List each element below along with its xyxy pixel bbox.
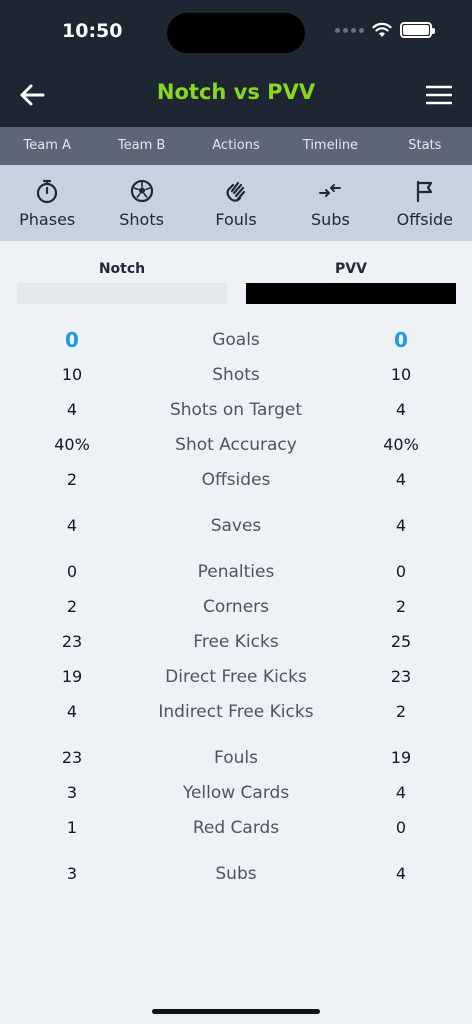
tab-stats[interactable]: Stats: [378, 127, 472, 165]
stat-row-goals: 0 Goals 0: [0, 322, 472, 357]
team-a-value: 0: [66, 562, 78, 581]
stat-row-yellow-cards: 3 Yellow Cards 4: [0, 775, 472, 810]
team-b-name: PVV: [335, 261, 367, 277]
team-a-color-bar: [17, 283, 227, 304]
action-icon-bar: Phases Shots Fouls Subs Offside: [0, 165, 472, 241]
tab-bar: Team A Team B Actions Timeline Stats: [0, 127, 472, 165]
dynamic-island: [167, 13, 305, 53]
team-a-name: Notch: [98, 261, 146, 277]
hand-wave-icon: [226, 181, 246, 202]
tab-team-b[interactable]: Team B: [94, 127, 188, 165]
stats-table: 0 Goals 0 10 Shots 10 4 Shots on Target …: [0, 322, 472, 891]
fouls-button[interactable]: Fouls: [189, 165, 283, 241]
team-b-value: 2: [395, 702, 407, 721]
page-title: Notch vs PVV: [156, 80, 316, 104]
tab-actions[interactable]: Actions: [189, 127, 283, 165]
team-a-value: 4: [66, 702, 78, 721]
signal-icon: [335, 27, 364, 33]
phases-label: Phases: [19, 210, 76, 229]
stat-row-direct-free-kicks: 19 Direct Free Kicks 23: [0, 659, 472, 694]
team-a-value: 3: [66, 864, 78, 883]
stat-row-red-cards: 1 Red Cards 0: [0, 810, 472, 845]
stat-row-saves: 4 Saves 4: [0, 508, 472, 543]
stat-row-offsides: 2 Offsides 4: [0, 462, 472, 497]
team-b-value: 0: [394, 327, 408, 352]
shots-label: Shots: [119, 210, 164, 229]
battery-icon: [400, 22, 435, 38]
team-b-value: 40%: [383, 435, 419, 454]
hamburger-menu-icon[interactable]: [426, 84, 452, 106]
stat-row-fouls: 23 Fouls 19: [0, 740, 472, 775]
offside-label: Offside: [396, 210, 454, 229]
subs-button[interactable]: Subs: [283, 165, 377, 241]
team-b-value: 10: [390, 365, 412, 384]
team-a-value: 4: [66, 516, 78, 535]
team-b-value: 4: [395, 783, 407, 802]
stat-row-shots-on-target: 4 Shots on Target 4: [0, 392, 472, 427]
team-header: Notch PVV: [0, 258, 472, 308]
team-a-value: 1: [66, 818, 78, 837]
team-b-value: 2: [395, 597, 407, 616]
swap-arrows-icon: [319, 184, 342, 197]
stat-row-shots: 10 Shots 10: [0, 357, 472, 392]
team-a-value: 2: [66, 597, 78, 616]
shots-button[interactable]: Shots: [94, 165, 188, 241]
stat-row-free-kicks: 23 Free Kicks 25: [0, 624, 472, 659]
team-b-value: 4: [395, 470, 407, 489]
subs-label: Subs: [311, 210, 350, 229]
stat-row-penalties: 0 Penalties 0: [0, 554, 472, 589]
stat-row-shot-accuracy: 40% Shot Accuracy 40%: [0, 427, 472, 462]
fouls-label: Fouls: [215, 210, 257, 229]
team-a-value: 0: [65, 327, 79, 352]
tab-timeline[interactable]: Timeline: [283, 127, 377, 165]
team-b-color-bar: [246, 283, 456, 304]
status-time: 10:50: [62, 20, 123, 42]
wifi-icon: [372, 22, 392, 37]
stat-row-subs: 3 Subs 4: [0, 856, 472, 891]
team-a-value: 23: [61, 632, 83, 651]
home-indicator[interactable]: [152, 1009, 320, 1014]
team-a-value: 10: [61, 365, 83, 384]
team-b-value: 19: [390, 748, 412, 767]
stat-row-corners: 2 Corners 2: [0, 589, 472, 624]
team-b-value: 4: [395, 864, 407, 883]
team-b-value: 0: [395, 562, 407, 581]
team-a-value: 2: [66, 470, 78, 489]
team-b-value: 25: [390, 632, 412, 651]
stopwatch-icon: [37, 179, 58, 204]
flag-icon: [416, 180, 432, 203]
team-a-value: 40%: [54, 435, 90, 454]
team-a-value: 3: [66, 783, 78, 802]
soccer-ball-icon: [130, 179, 153, 203]
status-icons: [335, 22, 435, 38]
phases-button[interactable]: Phases: [0, 165, 94, 241]
team-a-value: 19: [61, 667, 83, 686]
top-bar: 10:50 Notch vs PVV: [0, 0, 472, 127]
team-b-value: 23: [390, 667, 412, 686]
team-b-value: 4: [395, 400, 407, 419]
team-a-value: 23: [61, 748, 83, 767]
stat-row-indirect-free-kicks: 4 Indirect Free Kicks 2: [0, 694, 472, 729]
team-b-value: 0: [395, 818, 407, 837]
tab-team-a[interactable]: Team A: [0, 127, 94, 165]
offside-button[interactable]: Offside: [378, 165, 472, 241]
team-a-value: 4: [66, 400, 78, 419]
team-b-value: 4: [395, 516, 407, 535]
